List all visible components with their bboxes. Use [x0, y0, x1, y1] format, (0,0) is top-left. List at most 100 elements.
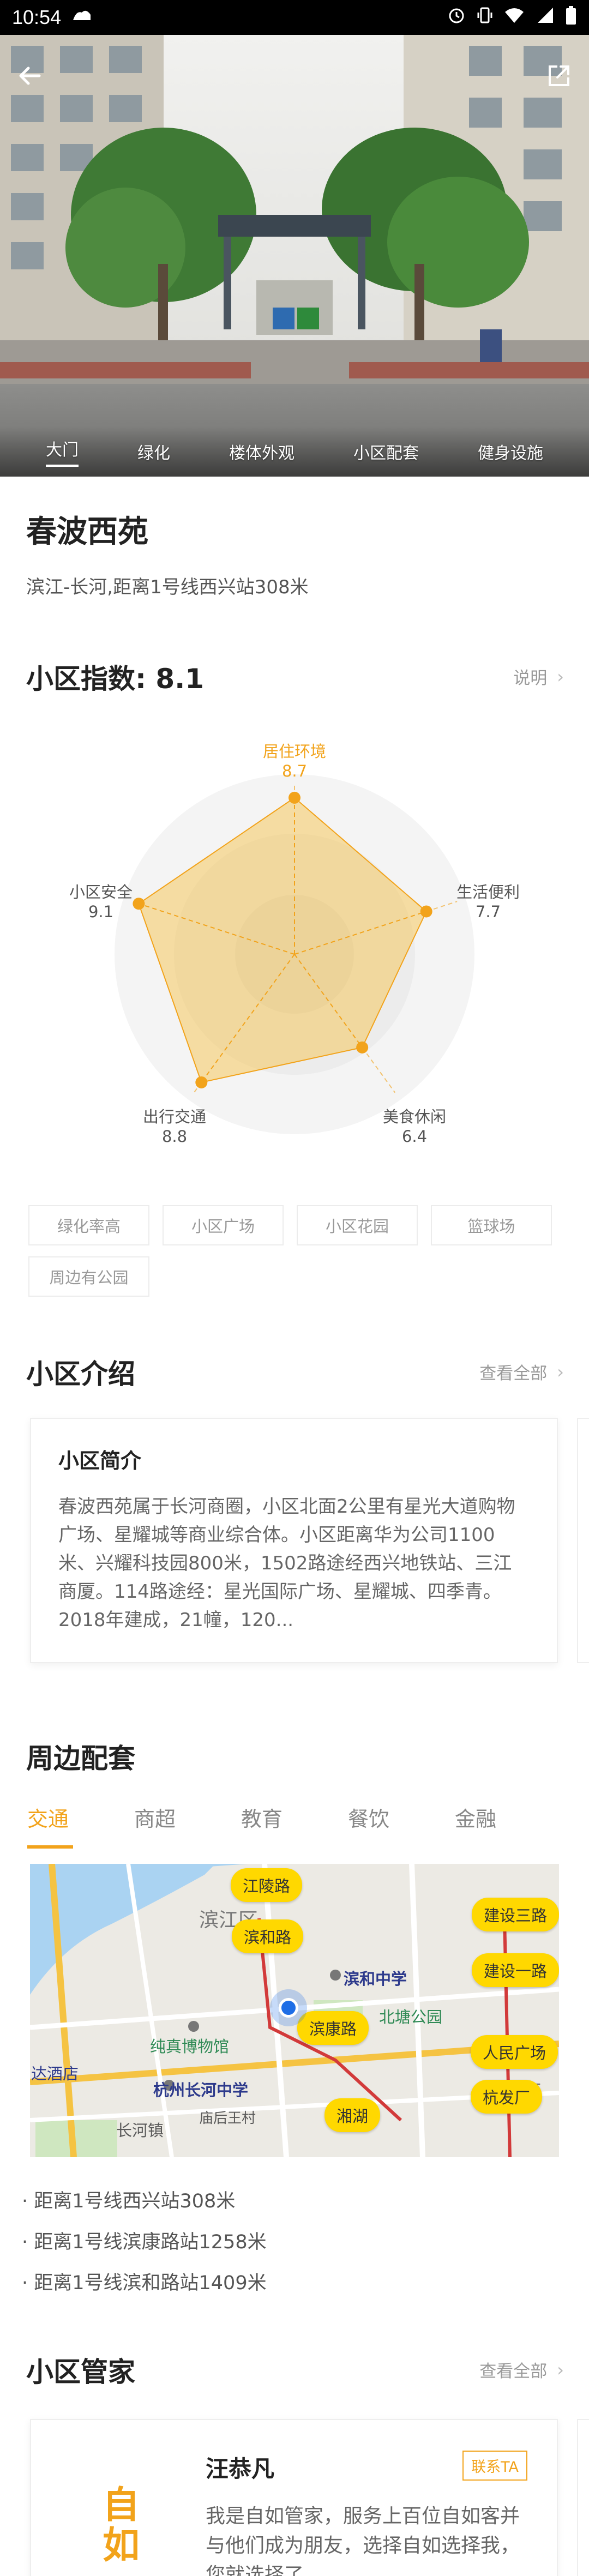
feature-tags: 绿化率高 小区广场 小区花园 篮球场 周边有公园 — [28, 1205, 563, 1297]
index-title: 小区指数: — [26, 663, 146, 695]
manager-view-all-label: 查看全部 — [479, 2362, 548, 2381]
current-location-marker — [270, 1989, 307, 2026]
map-pin-station[interactable]: 建设三路 — [472, 1898, 559, 1931]
photo-tab-fitness[interactable]: 健身设施 — [478, 440, 543, 464]
radar-axis-label: 居住环境 — [262, 742, 326, 761]
radar-value-label: 7.7 — [475, 902, 501, 921]
nearby-tab-transport[interactable]: 交通 — [27, 1802, 134, 1849]
status-bar: 10:54 — [0, 0, 589, 35]
radar-axis-label: 出行交通 — [142, 1108, 206, 1126]
map-pin-station[interactable]: 建设一路 — [472, 1953, 559, 1987]
manager-name: 汪恭凡 — [206, 2455, 275, 2482]
photo-tab-building[interactable]: 楼体外观 — [229, 440, 294, 464]
manager-card[interactable]: 自如 汪恭凡 联系TA 我是自如管家，服务上百位自如客并与他们成为朋友，选择自如… — [30, 2419, 558, 2576]
notification-icon — [71, 7, 93, 28]
nearby-tab-supermarket[interactable]: 商超 — [134, 1802, 241, 1849]
radar-value-label: 8.8 — [161, 1127, 188, 1146]
map-label: 滨和中学 — [344, 1970, 407, 1988]
feature-tag: 小区花园 — [297, 1205, 418, 1245]
radar-axis-label: 小区安全 — [69, 883, 133, 901]
distance-item: · 距离1号线滨康路站1258米 — [22, 2231, 267, 2253]
photo-category-tabs: 大门 绿化 楼体外观 小区配套 健身设施 — [0, 426, 589, 477]
index-heading: 小区指数: 8.1 — [26, 657, 204, 696]
contact-manager-button[interactable]: 联系TA — [462, 2451, 527, 2481]
intro-section-title: 小区介绍 — [26, 1358, 135, 1390]
next-manager-card-peek[interactable] — [577, 2419, 589, 2576]
community-location: 滨江-长河,距离1号线西兴站308米 — [26, 576, 309, 598]
radar-label-safety: 小区安全 9.1 — [60, 882, 142, 922]
photo-tab-greenery[interactable]: 绿化 — [137, 440, 170, 464]
map-pin-station[interactable]: 滨康路 — [297, 2011, 369, 2045]
radar-axis-label: 美食休闲 — [382, 1108, 446, 1126]
back-button[interactable] — [11, 57, 49, 95]
manager-description: 我是自如管家，服务上百位自如客并与他们成为朋友，选择自如选择我，您就选择了... — [206, 2505, 520, 2576]
next-card-peek[interactable] — [577, 1418, 589, 1663]
index-explain-link[interactable]: 说明 › — [513, 664, 564, 689]
map-pin-station[interactable]: 杭发厂 — [471, 2080, 543, 2114]
chevron-right-icon: › — [557, 666, 564, 687]
radar-point — [195, 1076, 208, 1088]
map-label: 纯真博物馆 — [150, 2037, 230, 2056]
nearby-tabs: 交通 商超 教育 餐饮 金融 — [27, 1802, 562, 1849]
share-button[interactable] — [540, 57, 578, 95]
feature-tag: 小区广场 — [163, 1205, 284, 1245]
photo-tab-gate[interactable]: 大门 — [46, 436, 79, 467]
distance-item: · 距离1号线西兴站308米 — [22, 2190, 236, 2212]
vibrate-icon — [477, 6, 493, 29]
feature-tag: 篮球场 — [431, 1205, 552, 1245]
map-pin-station[interactable]: 人民广场 — [471, 2035, 558, 2069]
radar-label-convenience: 生活便利 7.7 — [447, 882, 529, 922]
status-time: 10:54 — [12, 6, 62, 28]
radar-svg — [115, 774, 474, 1134]
nearby-map[interactable]: 滨江区 滨和中学 北塘公园 纯真博物馆 杭州长河中学 达酒店 长河镇 庙后王村 … — [30, 1864, 559, 2157]
chevron-right-icon: › — [557, 2359, 564, 2380]
map-label: 北塘公园 — [379, 2008, 443, 2026]
hero-photo[interactable]: 大门 绿化 楼体外观 小区配套 健身设施 — [0, 35, 589, 477]
map-label: 长河镇 — [116, 2121, 164, 2140]
index-explain-label: 说明 — [513, 669, 548, 688]
nearby-tab-education[interactable]: 教育 — [241, 1802, 348, 1849]
community-gate-photo — [0, 35, 589, 477]
wifi-icon — [504, 7, 525, 29]
radar-label-environment: 居住环境 8.7 — [262, 742, 327, 781]
nearby-tab-finance[interactable]: 金融 — [455, 1802, 562, 1849]
map-label: 达酒店 — [31, 2065, 79, 2083]
intro-view-all-label: 查看全部 — [479, 1364, 548, 1383]
feature-tag: 绿化率高 — [28, 1205, 149, 1245]
map-label: 杭州长河中学 — [153, 2081, 249, 2099]
radar-value-label: 6.4 — [401, 1127, 428, 1146]
photo-tab-facilities[interactable]: 小区配套 — [353, 440, 419, 464]
ziroom-logo: 自如 — [102, 2484, 140, 2567]
intro-card-text: 春波西苑属于长河商圈，小区北面2公里有星光大道购物广场、星耀城等商业综合体。小区… — [58, 1496, 515, 1631]
radar-value-label: 8.7 — [281, 762, 308, 780]
community-name: 春波西苑 — [26, 514, 148, 550]
battery-icon — [565, 5, 577, 30]
alarm-icon — [447, 6, 466, 29]
manager-view-all-link[interactable]: 查看全部 › — [479, 2357, 564, 2382]
share-icon — [549, 65, 569, 86]
arrow-left-icon — [19, 67, 41, 85]
radar-value-label: 9.1 — [88, 902, 114, 921]
map-pin-station[interactable]: 江陵路 — [231, 1868, 303, 1902]
radar-label-transport: 出行交通 8.8 — [134, 1107, 215, 1146]
radar-axis-label: 生活便利 — [456, 883, 520, 901]
index-radar-chart: 居住环境 8.7 生活便利 7.7 美食休闲 6.4 出行交通 8.8 小区安全… — [0, 731, 589, 1167]
signal-icon — [536, 7, 554, 29]
intro-view-all-link[interactable]: 查看全部 › — [479, 1359, 564, 1384]
nearby-section-title: 周边配套 — [26, 1743, 135, 1774]
location-dot-icon — [279, 1998, 298, 2018]
community-header: 春波西苑 滨江-长河,距离1号线西兴站308米 — [26, 507, 309, 599]
radar-point — [420, 905, 432, 918]
map-label: 庙后王村 — [199, 2110, 256, 2127]
chevron-right-icon: › — [557, 1361, 564, 1382]
nearby-tab-dining[interactable]: 餐饮 — [348, 1802, 455, 1849]
map-pin-station[interactable]: 湘湖 — [324, 2098, 381, 2132]
intro-card[interactable]: 小区简介 春波西苑属于长河商圈，小区北面2公里有星光大道购物广场、星耀城等商业综… — [30, 1418, 558, 1663]
radar-point — [356, 1041, 369, 1054]
feature-tag: 周边有公园 — [28, 1256, 149, 1297]
radar-label-food: 美食休闲 6.4 — [374, 1107, 455, 1146]
intro-card-title: 小区简介 — [58, 1449, 142, 1473]
map-pin-station[interactable]: 滨和路 — [232, 1919, 304, 1953]
index-score: 8.1 — [155, 663, 204, 695]
manager-section-title: 小区管家 — [26, 2356, 135, 2388]
